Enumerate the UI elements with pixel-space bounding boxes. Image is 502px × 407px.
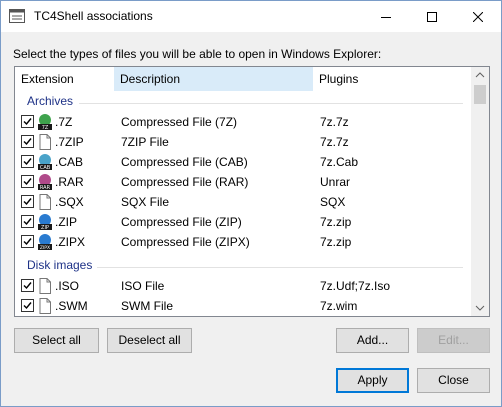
group-label: Archives [27, 94, 74, 108]
description-cell: Compressed File (ZIP) [121, 215, 242, 229]
instruction-text: Select the types of files you will be ab… [13, 47, 382, 61]
blank-file-icon [37, 277, 53, 295]
description-cell: Compressed File (RAR) [121, 175, 249, 189]
checkbox[interactable] [21, 195, 34, 208]
list-item[interactable]: .SWM SWM File 7z.wim [15, 296, 471, 316]
edit-button[interactable]: Edit... [417, 328, 490, 353]
checkbox[interactable] [21, 279, 34, 292]
checkbox[interactable] [21, 215, 34, 228]
blank-file-icon [37, 193, 53, 211]
plugin-cell: 7z.zip [320, 235, 352, 249]
group-header-disk-images: Disk images [15, 256, 471, 276]
checkbox[interactable] [21, 175, 34, 188]
plugin-cell: 7z.wim [320, 299, 358, 313]
plugin-cell: 7z.7z [320, 115, 349, 129]
extension-cell: .7ZIP [55, 135, 84, 149]
list-item[interactable]: ZIPX .ZIPX Compressed File (ZIPX) 7z.zip [15, 232, 471, 252]
chevron-up-icon [475, 72, 485, 78]
plugin-cell: 7z.Cab [320, 155, 359, 169]
chevron-down-icon [475, 305, 485, 311]
zipx-archive-icon: ZIPX [37, 233, 53, 251]
svg-text:CAB: CAB [40, 165, 51, 171]
select-all-button[interactable]: Select all [14, 328, 99, 353]
svg-text:RAR: RAR [40, 185, 51, 191]
rar-archive-icon: RAR [37, 173, 53, 191]
column-header-plugins[interactable]: Plugins [313, 67, 471, 91]
maximize-icon [427, 11, 437, 22]
plugin-cell: Unrar [320, 175, 351, 189]
group-divider [97, 267, 463, 268]
deselect-all-button[interactable]: Deselect all [107, 328, 192, 353]
description-cell: SWM File [121, 299, 173, 313]
blank-file-icon [37, 133, 53, 151]
scroll-thumb[interactable] [474, 85, 486, 104]
plugin-cell: 7z.zip [320, 215, 352, 229]
checkbox[interactable] [21, 135, 34, 148]
description-cell: SQX File [121, 195, 170, 209]
plugin-cell: 7z.Udf;7z.Iso [320, 279, 391, 293]
list-item[interactable]: RAR .RAR Compressed File (RAR) Unrar [15, 172, 471, 192]
zip-archive-icon: ZIP [37, 213, 53, 231]
list-item[interactable]: ZIP .ZIP Compressed File (ZIP) 7z.zip [15, 212, 471, 232]
group-header-archives: Archives [15, 92, 471, 112]
blank-file-icon [37, 297, 53, 315]
list-item[interactable]: .ISO ISO File 7z.Udf;7z.Iso [15, 276, 471, 296]
cab-archive-icon: CAB [37, 153, 53, 171]
maximize-button[interactable] [409, 1, 455, 32]
checkbox[interactable] [21, 115, 34, 128]
list-item[interactable]: 7Z .7Z Compressed File (7Z) 7z.7z [15, 112, 471, 132]
description-cell: ISO File [121, 279, 165, 293]
plugin-cell: 7z.7z [320, 135, 349, 149]
description-cell: Compressed File (ZIPX) [121, 235, 250, 249]
svg-text:ZIP: ZIP [41, 225, 49, 231]
svg-text:ZIPX: ZIPX [40, 245, 50, 251]
group-divider [79, 103, 463, 104]
7z-archive-icon: 7Z [37, 113, 53, 131]
svg-text:7Z: 7Z [42, 125, 49, 131]
extension-cell: .7Z [55, 115, 73, 129]
description-cell: Compressed File (CAB) [121, 155, 248, 169]
checkbox[interactable] [21, 299, 34, 312]
list-item[interactable]: .7ZIP 7ZIP File 7z.7z [15, 132, 471, 152]
extension-cell: .SWM [55, 299, 88, 313]
checkbox[interactable] [21, 155, 34, 168]
vertical-scrollbar[interactable] [471, 67, 489, 316]
extension-cell: .SQX [55, 195, 84, 209]
column-header-description[interactable]: Description [114, 67, 313, 91]
list-item[interactable]: CAB .CAB Compressed File (CAB) 7z.Cab [15, 152, 471, 172]
associations-dialog: TC4Shell associations Select the types o… [0, 0, 502, 407]
window-title: TC4Shell associations [34, 9, 153, 23]
column-header-extension[interactable]: Extension [15, 67, 114, 91]
description-cell: Compressed File (7Z) [121, 115, 238, 129]
title-bar[interactable]: TC4Shell associations [1, 1, 501, 32]
extension-cell: .ISO [55, 279, 80, 293]
group-label: Disk images [27, 258, 93, 272]
apply-button[interactable]: Apply [336, 368, 409, 393]
extension-cell: .ZIP [55, 215, 78, 229]
extension-cell: .ZIPX [55, 235, 86, 249]
list-item[interactable]: .SQX SQX File SQX [15, 192, 471, 212]
scroll-up-button[interactable] [471, 67, 489, 84]
list-header: Extension Description Plugins [15, 67, 471, 91]
app-icon [9, 9, 25, 23]
scroll-down-button[interactable] [471, 299, 489, 316]
close-icon [473, 11, 483, 22]
plugin-cell: SQX [320, 195, 346, 209]
close-button[interactable]: Close [417, 368, 490, 393]
file-types-list[interactable]: Extension Description Plugins Archives 7… [14, 66, 490, 317]
minimize-button[interactable] [363, 1, 409, 32]
checkbox[interactable] [21, 235, 34, 248]
add-button[interactable]: Add... [336, 328, 409, 353]
description-cell: 7ZIP File [121, 135, 169, 149]
extension-cell: .CAB [55, 155, 84, 169]
close-window-button[interactable] [455, 1, 501, 32]
extension-cell: .RAR [55, 175, 84, 189]
minimize-icon [381, 16, 391, 18]
